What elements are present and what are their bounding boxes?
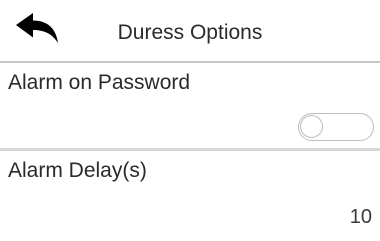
alarm-on-password-label: Alarm on Password bbox=[8, 71, 191, 94]
alarm-on-password-row[interactable]: Alarm on Password bbox=[0, 63, 380, 148]
back-button[interactable] bbox=[14, 12, 62, 48]
toggle-knob bbox=[300, 115, 323, 138]
alarm-delay-value: 10 bbox=[349, 206, 372, 228]
back-arrow-icon bbox=[16, 13, 58, 43]
alarm-delay-row[interactable]: Alarm Delay(s) 10 bbox=[0, 151, 380, 241]
alarm-on-password-toggle[interactable] bbox=[298, 113, 374, 141]
header-bar: Duress Options bbox=[0, 0, 380, 61]
alarm-delay-label: Alarm Delay(s) bbox=[8, 159, 147, 182]
